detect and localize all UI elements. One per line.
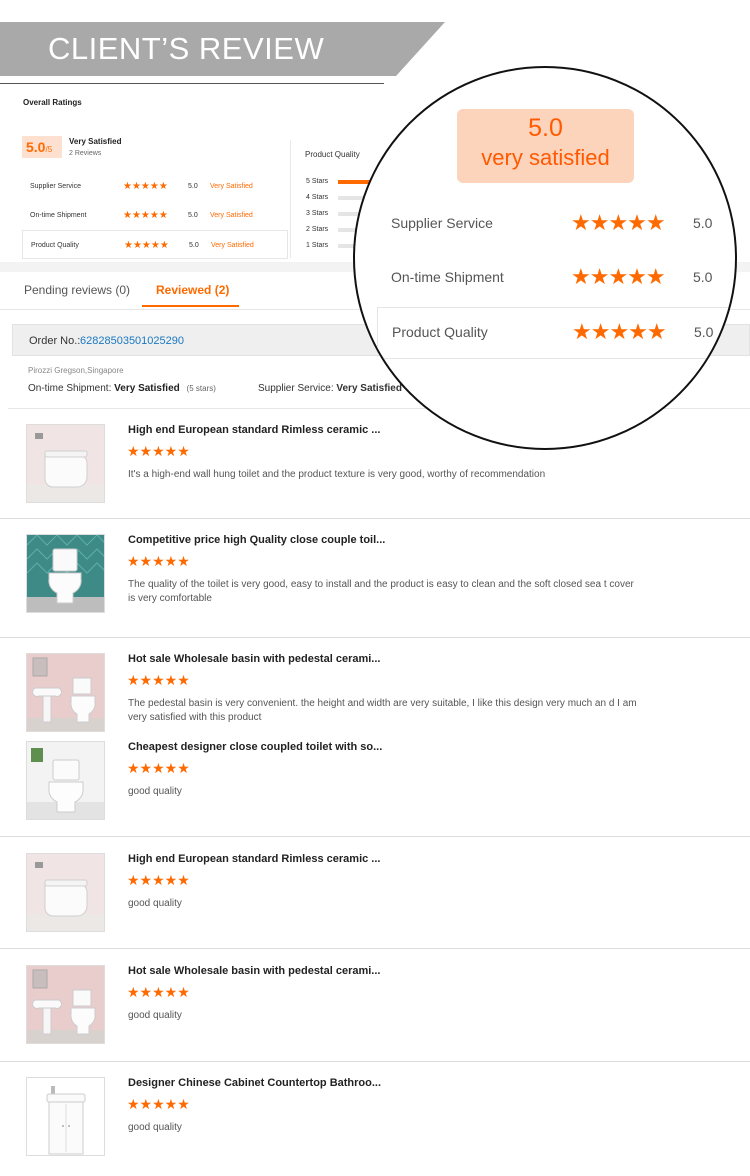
review-text: good quality [128,786,182,797]
banner-title: CLIENT’S REVIEW [48,31,325,66]
shipment-stars: (5 stars) [186,384,216,393]
order-number-link[interactable]: 62828503501025290 [80,335,184,347]
item-divider [0,1061,750,1062]
product-title-link[interactable]: Hot sale Wholesale basin with pedestal c… [128,965,380,977]
zoom-row-label: Product Quality [392,324,488,340]
review-text: good quality [128,1122,182,1133]
rating-value: 5.0 [188,183,198,190]
overall-satisfaction: Very Satisfied [69,137,122,146]
zoom-score-label: very satisfied [481,145,610,170]
distribution-label: 4 Stars [306,194,329,201]
star-rating: ★★★★★ [127,443,190,459]
rating-breakdown-table: Supplier Service ★★★★★ 5.0 Very Satisfie… [22,172,288,259]
item-divider [0,637,750,638]
supplier-value: Very Satisfied [336,383,402,394]
product-title-link[interactable]: Cheapest designer close coupled toilet w… [128,741,382,753]
rating-value: 5.0 [188,212,198,219]
review-text: The quality of the toilet is very good, … [128,579,634,604]
product-title-link[interactable]: Hot sale Wholesale basin with pedestal c… [128,653,380,665]
star-rating: ★★★★★ [127,672,190,688]
overall-score: 5.0 [26,139,46,155]
star-rating: ★★★★★ [127,553,190,569]
tab-pending-reviews[interactable]: Pending reviews (0) [24,283,130,297]
zoom-row-label: On-time Shipment [391,269,504,285]
item-divider [0,948,750,949]
shipment-rating: On-time Shipment: Very Satisfied (5 star… [28,383,216,394]
zoom-row-on-time-shipment: On-time Shipment ★★★★★ 5.0 [355,253,735,305]
star-rating: ★★★★★ [124,240,169,251]
rating-row-supplier-service: Supplier Service ★★★★★ 5.0 Very Satisfie… [22,172,288,201]
star-rating: ★★★★★ [127,872,190,888]
buyer-name: Pirozzi Gregson,Singapore [28,366,124,375]
zoom-score-badge: 5.0 very satisfied [457,109,634,183]
supplier-label: Supplier Service: [258,383,334,394]
star-rating: ★★★★★ [127,1096,190,1112]
rating-row-product-quality[interactable]: Product Quality ★★★★★ 5.0 Very Satisfied [22,230,288,259]
zoom-row-supplier-service: Supplier Service ★★★★★ 5.0 [355,199,735,251]
rating-row-label: On-time Shipment [30,212,87,219]
distribution-label: 2 Stars [306,226,329,233]
rating-status: Very Satisfied [211,242,254,249]
star-rating: ★★★★★ [572,319,667,344]
tab-reviewed[interactable]: Reviewed (2) [156,283,229,297]
product-thumbnail[interactable] [26,853,105,932]
zoom-row-value: 5.0 [694,324,714,340]
distribution-label: 3 Stars [306,210,329,217]
review-text: It's a high-end wall hung toilet and the… [128,469,546,480]
product-title-link[interactable]: Designer Chinese Cabinet Countertop Bath… [128,1077,381,1089]
product-thumbnail[interactable] [26,424,105,503]
zoom-row-value: 5.0 [693,269,713,285]
item-divider [0,518,750,519]
product-title-link[interactable]: High end European standard Rimless ceram… [128,424,380,436]
shipment-label: On-time Shipment: [28,383,112,394]
product-thumbnail[interactable] [26,534,105,613]
review-text: The pedestal basin is very convenient. t… [128,698,637,723]
star-rating: ★★★★★ [123,181,168,192]
rating-status: Very Satisfied [210,183,253,190]
distribution-label: 5 Stars [306,178,329,185]
product-title-link[interactable]: High end European standard Rimless ceram… [128,853,380,865]
rating-row-label: Product Quality [31,242,79,249]
star-rating: ★★★★★ [127,760,190,776]
star-rating: ★★★★★ [571,210,666,235]
overall-score-max: /5 [45,145,53,154]
product-thumbnail[interactable] [26,965,105,1044]
product-thumbnail[interactable] [26,1077,105,1156]
star-rating: ★★★★★ [123,210,168,221]
review-text: good quality [128,898,182,909]
zoom-row-product-quality: Product Quality ★★★★★ 5.0 [377,307,735,359]
item-divider [0,836,750,837]
rating-row-label: Supplier Service [30,183,81,190]
distribution-label: 1 Stars [306,242,329,249]
zoom-score: 5.0 [528,114,563,142]
rating-value: 5.0 [189,242,199,249]
product-title-link[interactable]: Competitive price high Quality close cou… [128,534,385,546]
overall-score-badge: 5.0/5 [22,136,62,158]
zoom-callout: 5.0 very satisfied Supplier Service ★★★★… [353,66,737,450]
overall-ratings-label: Overall Ratings [23,98,82,107]
zoom-row-label: Supplier Service [391,215,493,231]
banner-rule [0,83,384,84]
supplier-rating: Supplier Service: Very Satisfied [258,383,402,394]
shipment-value: Very Satisfied [114,383,180,394]
rating-status: Very Satisfied [210,212,253,219]
review-text: good quality [128,1010,182,1021]
header-banner: CLIENT’S REVIEW [0,22,445,76]
reviews-count: 2 Reviews [69,150,102,157]
rating-row-on-time-shipment: On-time Shipment ★★★★★ 5.0 Very Satisfie… [22,201,288,230]
star-rating: ★★★★★ [127,984,190,1000]
product-thumbnail[interactable] [26,653,105,732]
order-number-label: Order No.: [29,335,81,347]
section-divider [290,140,291,258]
product-quality-heading: Product Quality [305,150,360,159]
star-rating: ★★★★★ [571,264,666,289]
zoom-row-value: 5.0 [693,215,713,231]
product-thumbnail[interactable] [26,741,105,820]
active-tab-indicator [142,305,239,307]
